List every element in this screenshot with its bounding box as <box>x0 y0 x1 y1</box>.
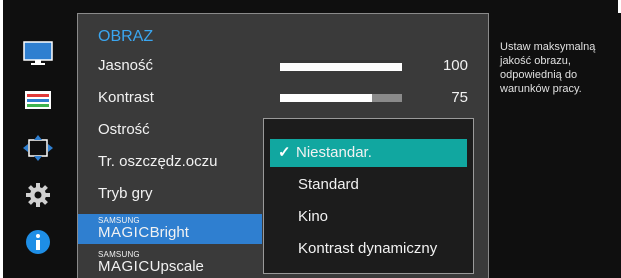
menu-item-label: Jasność <box>98 57 154 74</box>
menu-item-game-mode[interactable]: Tryb gry <box>78 179 268 209</box>
menu-item-magic-bright[interactable]: SAMSUNG MAGICBright <box>78 214 262 244</box>
help-text: Ustaw maksymalną jakość obrazu, odpowied… <box>500 41 596 95</box>
magic-bright-dropdown: ✓ Niestandar. Standard Kino Kontrast dyna… <box>263 118 474 274</box>
magic-wordmark: MAGIC <box>98 258 150 275</box>
resize-icon[interactable] <box>21 134 55 162</box>
menu-item-brightness[interactable]: Jasność <box>78 51 268 81</box>
magic-wordmark: MAGIC <box>98 224 150 241</box>
dropdown-option-dynamic-contrast[interactable]: Kontrast dynamiczny <box>270 235 467 263</box>
option-label: Kino <box>298 208 329 225</box>
menu-item-label: Tr. oszczędz.oczu <box>98 153 218 170</box>
dropdown-option-cinema[interactable]: Kino <box>270 203 467 231</box>
option-label: Standard <box>298 176 359 193</box>
monitor-icon[interactable] <box>21 40 55 68</box>
dropdown-option-custom[interactable]: ✓ Niestandar. <box>270 139 467 167</box>
brightness-slider-fill <box>280 63 402 71</box>
category-sidebar <box>3 0 78 278</box>
checkmark-icon: ✓ <box>278 144 291 161</box>
color-icon[interactable] <box>21 86 55 114</box>
osd-window: OBRAZ Jasność 100 Kontrast 75 Ostrość Tr… <box>3 0 621 278</box>
contrast-slider-fill <box>280 94 372 102</box>
contrast-value: 75 <box>451 89 468 106</box>
magic-bright-label: SAMSUNG MAGICBright <box>98 217 189 241</box>
help-panel: Ustaw maksymalną jakość obrazu, odpowied… <box>489 13 621 278</box>
brightness-slider[interactable] <box>280 63 402 71</box>
contrast-slider[interactable] <box>280 94 402 102</box>
menu-item-magic-upscale[interactable]: SAMSUNG MAGICUpscale <box>78 248 268 278</box>
menu-item-label: Tryb gry <box>98 185 153 202</box>
magic-upscale-suffix: Upscale <box>149 258 204 275</box>
dropdown-option-standard[interactable]: Standard <box>270 171 467 199</box>
menu-item-label: Kontrast <box>98 89 154 106</box>
menu-item-label: Ostrość <box>98 121 150 138</box>
option-label: Niestandar. <box>296 144 372 161</box>
menu-item-sharpness[interactable]: Ostrość <box>78 115 268 145</box>
option-label: Kontrast dynamiczny <box>298 240 438 257</box>
menu-item-contrast[interactable]: Kontrast <box>78 83 268 113</box>
magic-upscale-label: SAMSUNG MAGICUpscale <box>98 251 204 275</box>
menu-item-eye-saver[interactable]: Tr. oszczędz.oczu <box>78 147 268 177</box>
magic-bright-suffix: Bright <box>149 224 189 241</box>
info-icon[interactable] <box>21 228 55 256</box>
brightness-value: 100 <box>442 57 468 74</box>
menu-title: OBRAZ <box>98 28 154 45</box>
settings-icon[interactable] <box>21 181 55 209</box>
